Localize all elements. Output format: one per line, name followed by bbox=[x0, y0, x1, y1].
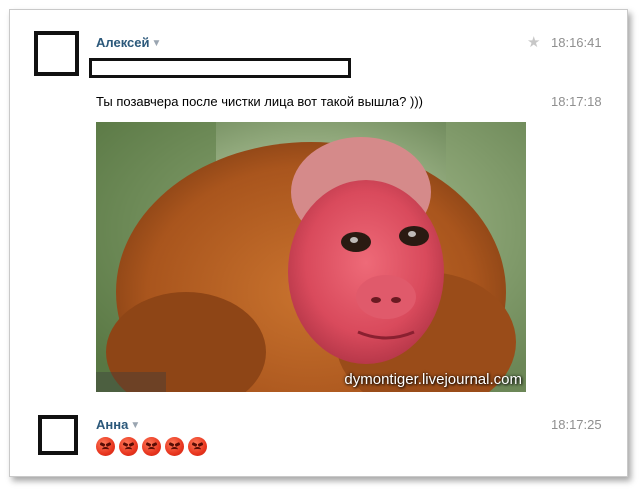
author-name-label: Анна bbox=[96, 417, 129, 432]
attached-photo[interactable]: dymontiger.livejournal.com bbox=[96, 122, 526, 392]
angry-face-icon bbox=[188, 437, 207, 456]
message-timestamp[interactable]: 18:17:18 bbox=[551, 94, 602, 109]
author-name-label: Алексей bbox=[96, 35, 150, 50]
chevron-down-icon[interactable]: ▼ bbox=[152, 38, 162, 49]
angry-face-icon bbox=[165, 437, 184, 456]
angry-face-icon bbox=[142, 437, 161, 456]
emoji-row bbox=[96, 437, 207, 456]
message-timestamp[interactable]: 18:16:41 bbox=[551, 35, 602, 50]
avatar-aleksey[interactable] bbox=[34, 31, 79, 76]
author-name-aleksey[interactable]: Алексей ▼ bbox=[96, 35, 161, 50]
message-timestamp[interactable]: 18:17:25 bbox=[551, 417, 602, 432]
author-name-anna[interactable]: Анна ▼ bbox=[96, 417, 140, 432]
redacted-message bbox=[89, 58, 351, 78]
photo-watermark: dymontiger.livejournal.com bbox=[344, 371, 522, 388]
chevron-down-icon[interactable]: ▼ bbox=[130, 420, 140, 431]
message-text: Ты позавчера после чистки лица вот такой… bbox=[96, 94, 423, 109]
star-icon[interactable]: ★ bbox=[527, 33, 540, 51]
angry-face-icon bbox=[96, 437, 115, 456]
avatar-anna[interactable] bbox=[38, 415, 78, 455]
monkey-photo bbox=[96, 122, 526, 392]
angry-face-icon bbox=[119, 437, 138, 456]
